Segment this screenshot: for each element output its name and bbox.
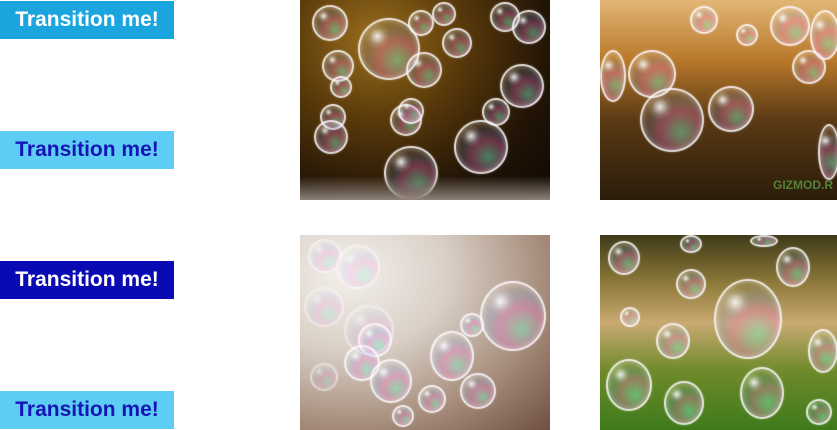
watermark: GIZMOD.R <box>773 178 833 192</box>
bubble <box>398 98 424 124</box>
transition-button-2[interactable]: Transition me! <box>0 131 174 169</box>
bubble <box>656 323 690 359</box>
bubble <box>770 6 810 46</box>
bubble <box>680 235 702 253</box>
bubbles-photo-2: GIZMOD.R <box>600 0 837 200</box>
bubble <box>336 245 380 289</box>
bubble <box>430 331 474 381</box>
bubble <box>370 359 412 403</box>
bubble <box>442 28 472 58</box>
bubble <box>806 399 832 425</box>
bubble <box>736 24 758 46</box>
bubble <box>690 6 718 34</box>
bubble <box>408 10 434 36</box>
bubbles-photo-4 <box>600 235 837 430</box>
bubble <box>418 385 446 413</box>
bubble <box>708 86 754 132</box>
bubble <box>304 287 344 327</box>
bubbles-photo-1 <box>300 0 550 200</box>
bubble <box>664 381 704 425</box>
bubble <box>776 247 810 287</box>
bubble <box>620 307 640 327</box>
bubble <box>676 269 706 299</box>
bubble <box>740 367 784 419</box>
bubble <box>818 124 837 180</box>
bubble <box>714 279 782 359</box>
transition-button-1[interactable]: Transition me! <box>0 1 174 39</box>
bubbles-photo-3 <box>300 235 550 430</box>
bubble <box>314 120 348 154</box>
bubble <box>750 235 778 247</box>
bubble <box>810 10 837 60</box>
bubble <box>460 313 484 337</box>
bubble <box>480 281 546 351</box>
bubble <box>808 329 837 373</box>
bubble <box>460 373 496 409</box>
transition-button-3[interactable]: Transition me! <box>0 261 174 299</box>
bubble <box>608 241 640 275</box>
bubble <box>600 50 626 102</box>
bubble <box>512 10 546 44</box>
bubble <box>606 359 652 411</box>
bubble <box>310 363 338 391</box>
bubble <box>432 2 456 26</box>
bubble <box>406 52 442 88</box>
bubble <box>640 88 704 152</box>
bubble <box>500 64 544 108</box>
bubble <box>392 405 414 427</box>
page: Transition me! Transition me! Transition… <box>0 0 837 430</box>
bubble <box>312 5 348 41</box>
bubble <box>454 120 508 174</box>
bubble <box>330 76 352 98</box>
bubble <box>384 146 438 200</box>
transition-button-4[interactable]: Transition me! <box>0 391 174 429</box>
